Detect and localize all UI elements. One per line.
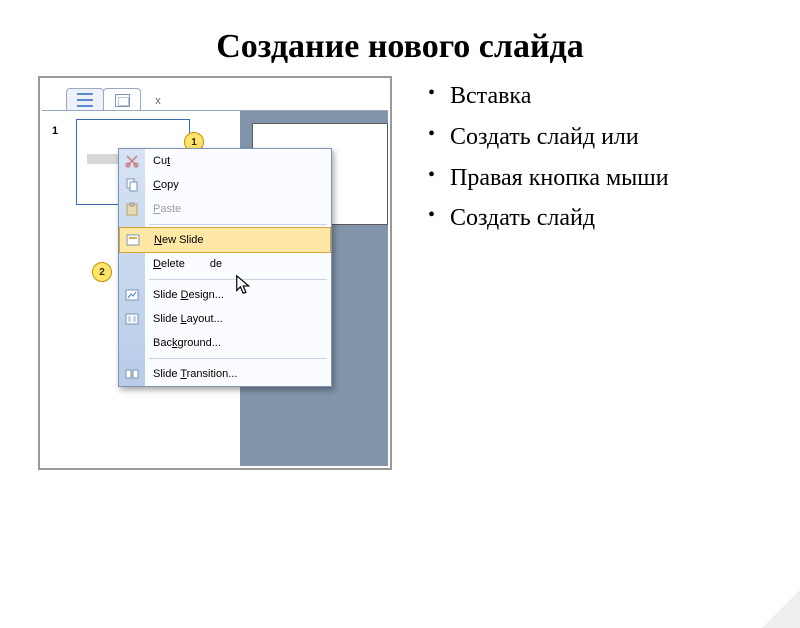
menu-item-slide-transition[interactable]: Slide Transition... <box>119 362 331 386</box>
copy-icon <box>124 177 140 193</box>
list-item: Создать слайд <box>428 198 669 239</box>
list-item: Вставка <box>428 76 669 117</box>
slide-number: 1 <box>52 125 58 137</box>
list-item: Правая кнопка мыши <box>428 158 669 199</box>
menu-label: Cut <box>153 155 170 167</box>
menu-item-slide-design[interactable]: Slide Design... <box>119 283 331 307</box>
page-title: Создание нового слайда <box>0 28 800 66</box>
tab-slides[interactable] <box>103 88 141 111</box>
design-icon <box>124 287 140 303</box>
menu-label: Background... <box>153 337 221 349</box>
menu-separator <box>149 279 327 280</box>
slides-icon <box>115 94 130 107</box>
context-menu: Cut Copy Paste <box>118 148 332 387</box>
menu-separator <box>149 224 327 225</box>
tab-outline[interactable] <box>66 88 104 111</box>
menu-label: Slide Transition... <box>153 368 237 380</box>
menu-item-new-slide[interactable]: New Slide <box>119 227 331 253</box>
menu-label: Paste <box>153 203 181 215</box>
menu-item-delete-slide[interactable]: Delete de <box>119 252 331 276</box>
menu-label: Delete de <box>153 258 222 270</box>
menu-label: Copy <box>153 179 179 191</box>
menu-label: Slide Design... <box>153 289 224 301</box>
new-slide-icon <box>125 232 141 248</box>
transition-icon <box>124 366 140 382</box>
callout-badge-2: 2 <box>92 262 112 282</box>
outline-icon <box>77 93 93 107</box>
layout-icon <box>124 311 140 327</box>
menu-item-slide-layout[interactable]: Slide Layout... <box>119 307 331 331</box>
page-corner-fold <box>762 590 800 628</box>
menu-item-copy[interactable]: Copy <box>119 173 331 197</box>
menu-separator <box>149 358 327 359</box>
view-tabs: x <box>66 88 172 111</box>
content-row: x 1 1 2 Cut <box>0 66 800 470</box>
menu-label: Slide Layout... <box>153 313 223 325</box>
close-panel-button[interactable]: x <box>144 91 172 111</box>
menu-item-paste: Paste <box>119 197 331 221</box>
menu-label: New Slide <box>154 234 204 246</box>
paste-icon <box>124 201 140 217</box>
menu-item-background[interactable]: Background... <box>119 331 331 355</box>
app-screenshot: x 1 1 2 Cut <box>38 76 392 470</box>
scissors-icon <box>124 153 140 169</box>
list-item: Создать слайд или <box>428 117 669 158</box>
menu-item-cut[interactable]: Cut <box>119 149 331 173</box>
bullet-list: Вставка Создать слайд или Правая кнопка … <box>428 76 669 470</box>
presentation-slide: Создание нового слайда x 1 <box>0 28 800 628</box>
